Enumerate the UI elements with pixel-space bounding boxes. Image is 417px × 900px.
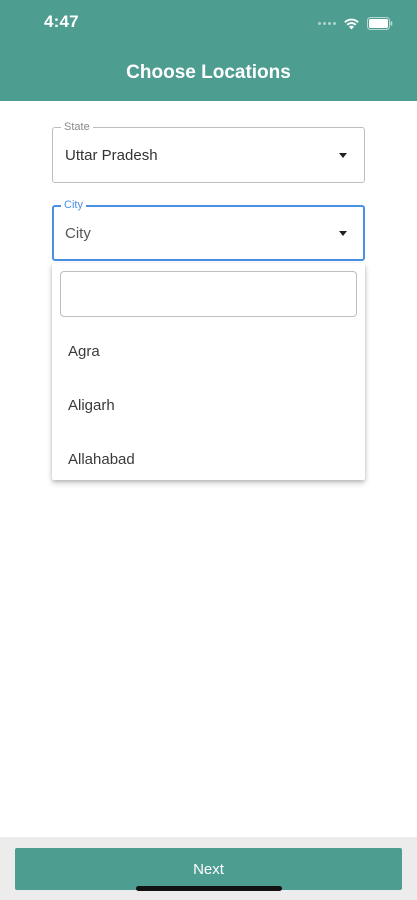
app-header: 4:47 Choose Locations xyxy=(0,0,417,101)
wifi-icon xyxy=(344,18,359,29)
dropdown-arrow-icon xyxy=(339,153,347,158)
state-select[interactable]: State Uttar Pradesh xyxy=(52,120,365,183)
home-indicator xyxy=(136,886,282,891)
city-label: City xyxy=(61,198,86,212)
next-button[interactable]: Next xyxy=(15,848,402,890)
city-value: City xyxy=(65,225,91,242)
state-label: State xyxy=(61,120,93,134)
city-search-input[interactable] xyxy=(60,271,357,317)
dropdown-arrow-icon xyxy=(339,231,347,236)
state-value: Uttar Pradesh xyxy=(65,147,158,164)
city-option-agra[interactable]: Agra xyxy=(52,325,365,379)
cellular-signal-icon xyxy=(318,21,336,25)
city-select[interactable]: City City xyxy=(52,198,365,261)
city-dropdown-menu: Agra Aligarh Allahabad xyxy=(52,263,365,480)
status-icons xyxy=(318,15,393,31)
city-option-allahabad[interactable]: Allahabad xyxy=(52,433,365,480)
status-time: 4:47 xyxy=(44,12,79,31)
battery-icon xyxy=(367,16,393,30)
page-title: Choose Locations xyxy=(126,62,291,83)
choose-locations-screen: 4:47 Choose Locations State Uttar Prades… xyxy=(0,0,417,900)
city-option-aligarh[interactable]: Aligarh xyxy=(52,379,365,433)
